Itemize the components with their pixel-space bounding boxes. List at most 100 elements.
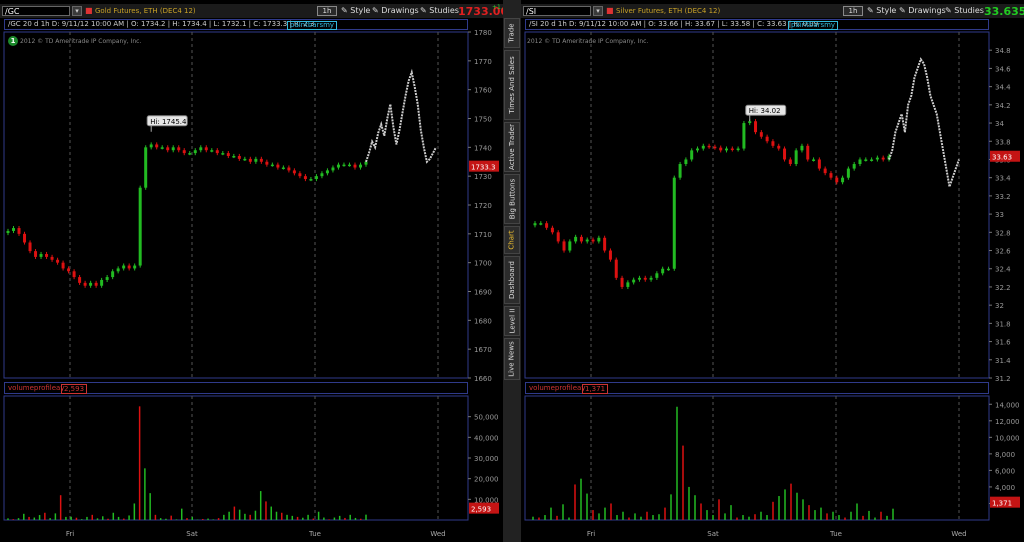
candle-body — [353, 164, 357, 168]
candle-body — [817, 159, 821, 169]
candle-body — [823, 168, 827, 174]
candle-body — [835, 177, 839, 183]
y-tick-label: 31.4 — [995, 357, 1011, 365]
candle-body — [533, 223, 537, 226]
candle-body — [556, 232, 560, 242]
candle-body — [736, 148, 740, 151]
y-tick-label: 31.6 — [995, 339, 1011, 347]
tab-level-ii[interactable]: Level II — [504, 306, 520, 336]
candle-body — [574, 236, 578, 242]
candle-body — [730, 148, 734, 151]
y-tick-label: 33.8 — [995, 138, 1011, 146]
candle-body — [34, 251, 38, 257]
candle-body — [331, 167, 335, 171]
candle-body — [232, 155, 236, 158]
candle-body — [777, 145, 781, 149]
candle-body — [649, 277, 653, 280]
tab-chart[interactable]: Chart — [504, 226, 520, 254]
gold-chart[interactable]: Fri Sat Tue Wed 1660 1670 1680 1690 1700 1710 1720… — [0, 0, 503, 542]
candle-body — [67, 268, 71, 272]
candle-body — [591, 239, 595, 242]
y-tick-label: 1760 — [474, 87, 492, 95]
candle-body — [94, 282, 98, 286]
candle-body — [719, 147, 723, 151]
volume-y-tick-label: 14,000 — [995, 401, 1020, 409]
candle-body — [603, 237, 607, 251]
candle-body — [281, 167, 285, 170]
candle-body — [320, 173, 324, 177]
candle-body — [61, 262, 65, 269]
high-marker-label: Hi: 34.02 — [749, 107, 781, 115]
x-tick-label: Wed — [951, 530, 966, 538]
volume-y-tick-label: 40,000 — [474, 434, 499, 442]
candle-body — [166, 147, 170, 151]
candle-body — [829, 173, 833, 178]
candle-body — [597, 237, 601, 242]
candle-body — [237, 155, 241, 159]
candle-body — [725, 148, 729, 151]
candle-body — [12, 228, 16, 231]
y-tick-label: 1660 — [474, 375, 492, 383]
projection-path — [888, 57, 960, 188]
chart-panel-gold: /GC ▾ ■ Gold Futures, ETH (DEC4 12) 1h ✎… — [0, 0, 510, 542]
volume-y-tick-label: 12,000 — [995, 418, 1020, 426]
tab-dashboard[interactable]: Dashboard — [504, 256, 520, 304]
candle-body — [193, 150, 197, 154]
x-tick-label: Fri — [587, 530, 595, 538]
candle-body — [270, 164, 274, 167]
candle-body — [620, 277, 624, 287]
volume-y-tick-label: 10,000 — [995, 434, 1020, 442]
candle-body — [111, 271, 115, 278]
candle-body — [707, 145, 711, 148]
candle-body — [748, 121, 752, 124]
candle-body — [116, 268, 120, 272]
candle-body — [215, 150, 219, 154]
candle-body — [342, 164, 346, 167]
volume-current-label: 2,593 — [471, 506, 491, 514]
candle-body — [177, 147, 181, 151]
price-plot-frame — [524, 31, 990, 379]
candle-body — [28, 242, 32, 252]
candle-body — [771, 141, 775, 146]
y-tick-label: 33 — [995, 211, 1004, 219]
candle-body — [127, 265, 131, 269]
candle-body — [608, 250, 612, 260]
candle-body — [144, 147, 148, 188]
candle-body — [78, 277, 82, 283]
candle-body — [149, 144, 153, 148]
candle-body — [226, 153, 230, 156]
candle-body — [133, 265, 137, 269]
tab-live-news[interactable]: Live News — [504, 338, 520, 380]
tab-big-buttons[interactable]: Big Buttons — [504, 174, 520, 224]
volume-current-label: 1,371 — [992, 500, 1012, 508]
candle-body — [336, 164, 340, 168]
candle-body — [841, 177, 845, 183]
x-tick-label: Tue — [308, 530, 321, 538]
y-tick-label: 34.4 — [995, 84, 1011, 92]
candle-body — [298, 173, 302, 177]
y-tick-label: 1710 — [474, 231, 492, 239]
candle-body — [794, 150, 798, 165]
candle-body — [690, 150, 694, 160]
y-tick-label: 32 — [995, 302, 1004, 310]
silver-chart[interactable]: Fri Sat Tue Wed 31.2 31.4 31.6 31.8 32 32.2 32.4 32… — [521, 0, 1024, 542]
candle-body — [626, 282, 630, 287]
tab-times-and-sales[interactable]: Times And Sales — [504, 50, 520, 120]
candle-body — [550, 227, 554, 233]
candle-body — [579, 236, 583, 242]
y-tick-label: 33.4 — [995, 175, 1011, 183]
y-tick-label: 32.6 — [995, 248, 1011, 256]
candle-body — [701, 145, 705, 149]
candle-body — [806, 145, 810, 160]
candle-body — [364, 161, 368, 165]
side-tab-strip: Trade Times And Sales Active Trader Big … — [503, 0, 521, 542]
candle-body — [672, 177, 676, 269]
tab-active-trader[interactable]: Active Trader — [504, 122, 520, 172]
y-tick-label: 34.6 — [995, 65, 1011, 73]
candle-body — [666, 268, 670, 271]
candle-body — [171, 147, 175, 151]
candle-body — [545, 223, 549, 228]
tab-trade[interactable]: Trade — [504, 18, 520, 48]
y-tick-label: 1700 — [474, 260, 492, 268]
volume-y-tick-label: 8,000 — [995, 451, 1015, 459]
